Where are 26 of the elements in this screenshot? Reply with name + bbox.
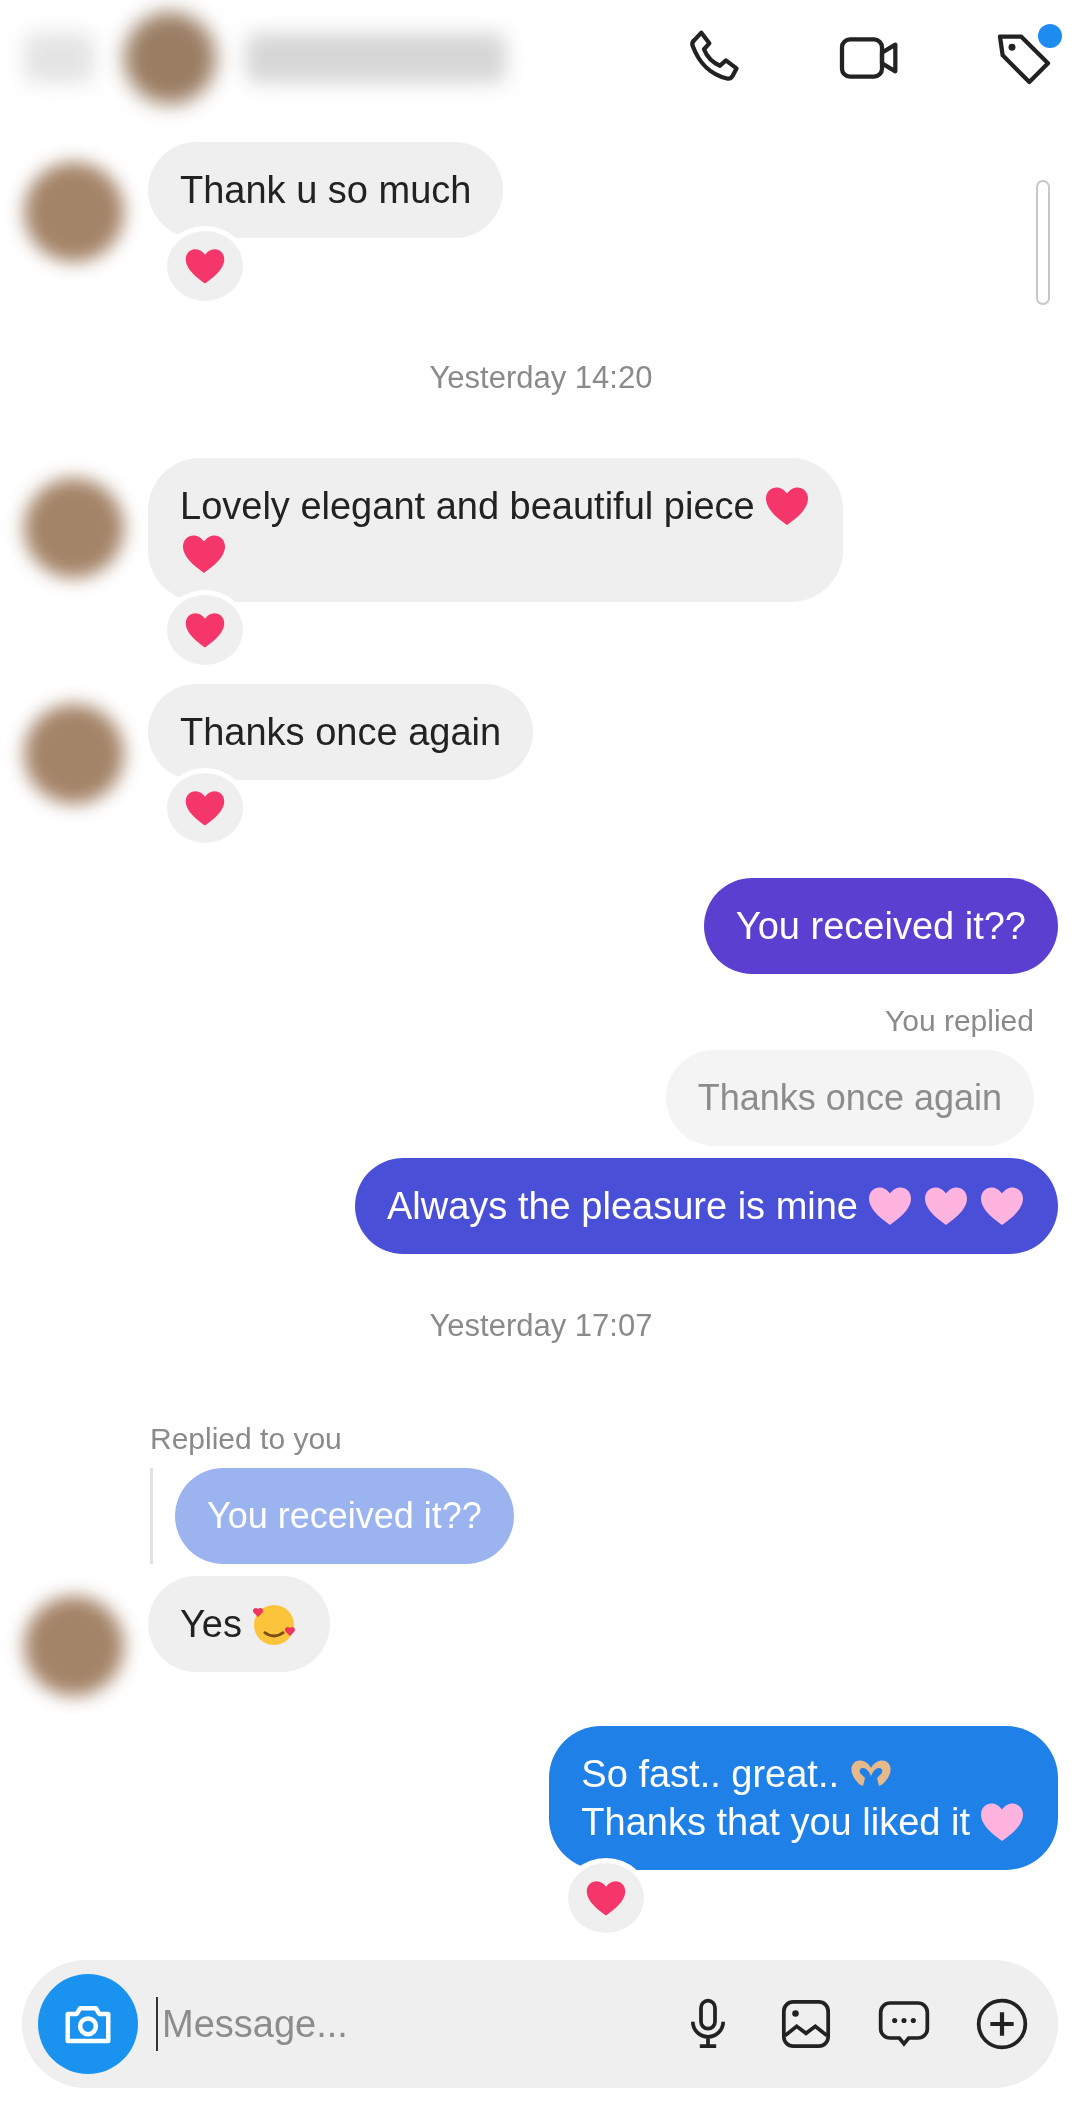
message-text: So fast.. great..	[581, 1752, 840, 1797]
message-bubble[interactable]: Always the pleasure is mine	[355, 1158, 1058, 1254]
message-bubble[interactable]: Thank u so much	[148, 142, 504, 238]
message-text: Yes	[180, 1602, 242, 1647]
message-text: Thanks that you liked it	[581, 1800, 970, 1845]
message-text: Thanks once again	[180, 710, 502, 755]
message-bubble[interactable]: Thanks once again	[148, 684, 534, 780]
message-text: You received it??	[735, 904, 1026, 949]
message-bubble[interactable]: Yes	[148, 1576, 330, 1672]
message-bubble[interactable]: Lovely elegant and beautiful piece	[148, 458, 843, 602]
scrollbar[interactable]	[1036, 180, 1050, 305]
avatar[interactable]	[24, 478, 124, 578]
reply-label: You replied	[884, 1004, 1034, 1038]
message-text: Thank u so much	[180, 168, 472, 213]
timestamp: Yesterday 17:07	[429, 1308, 653, 1344]
timestamp: Yesterday 14:20	[429, 360, 653, 396]
avatar[interactable]	[24, 1596, 124, 1696]
message-text: Lovely elegant and beautiful piece	[180, 484, 755, 529]
avatar[interactable]	[124, 12, 216, 104]
reply-label: Replied to you	[150, 1422, 342, 1456]
avatar[interactable]	[24, 162, 124, 262]
message-bubble[interactable]: You received it??	[703, 878, 1058, 974]
add-icon[interactable]	[974, 1996, 1030, 2052]
message-bubble[interactable]: So fast.. great.. Thanks that you liked it	[549, 1726, 1058, 1870]
avatar[interactable]	[24, 704, 124, 804]
message-text: Always the pleasure is mine	[387, 1184, 858, 1229]
